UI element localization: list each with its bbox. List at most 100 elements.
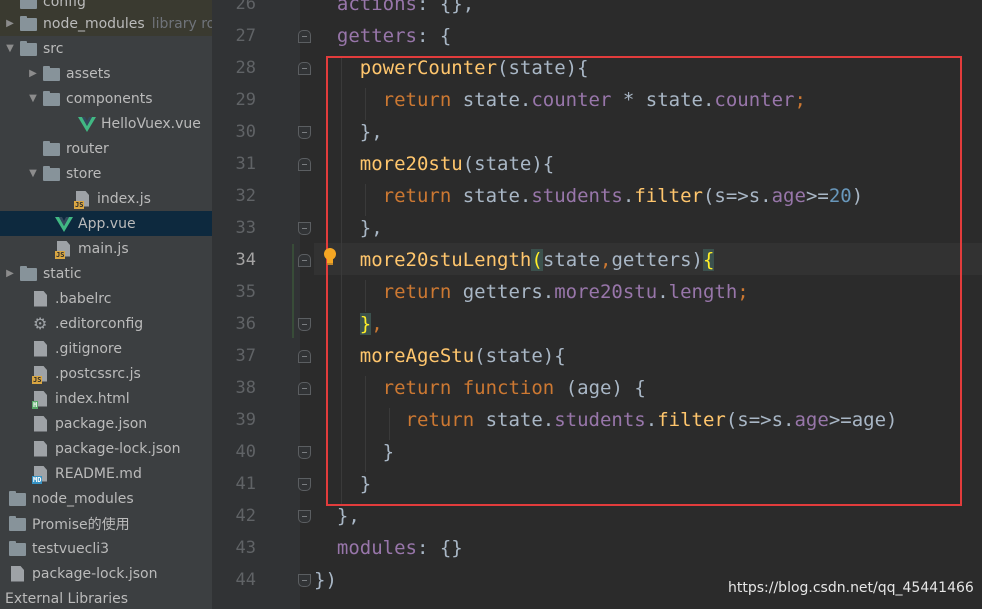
line-number[interactable]: 34 [224, 244, 256, 276]
tree-item-static[interactable]: ▶ static [0, 261, 212, 286]
tree-item-hellovuex[interactable]: HelloVuex.vue [0, 111, 212, 136]
tree-item-label: .babelrc [55, 290, 112, 307]
code-line[interactable]: modules: {} [314, 532, 463, 564]
line-number[interactable]: 37 [224, 340, 256, 372]
tree-item-label: HelloVuex.vue [101, 115, 201, 132]
fold-marker-icon[interactable] [298, 30, 311, 43]
fold-marker-icon[interactable] [298, 446, 311, 459]
fold-marker-icon[interactable] [298, 222, 311, 235]
tree-item-router[interactable]: router [0, 136, 212, 161]
tree-item-node-modules-root[interactable]: node_modules [0, 486, 212, 511]
tree-item-package-lock-root[interactable]: package-lock.json [0, 561, 212, 586]
code-token: }) [314, 569, 337, 591]
tree-item-postcssrc[interactable]: JS .postcssrc.js [0, 361, 212, 386]
tree-item-app-vue[interactable]: App.vue [0, 211, 212, 236]
tree-item-store[interactable]: ▼ store [0, 161, 212, 186]
code-token: : {} [416, 537, 463, 559]
tree-item-node-modules[interactable]: ▶ node_modules library root [0, 11, 212, 36]
folder-icon [9, 540, 27, 557]
tree-item-label: store [66, 165, 102, 182]
tree-item-label: package-lock.json [32, 565, 158, 582]
line-number[interactable]: 42 [224, 500, 256, 532]
js-file-icon: JS [32, 365, 50, 384]
tree-item-promise[interactable]: Promise的使用 [0, 511, 212, 536]
line-number[interactable]: 38 [224, 372, 256, 404]
tree-item-assets[interactable]: ▶ assets [0, 61, 212, 86]
line-number[interactable]: 33 [224, 212, 256, 244]
tree-item-external-libraries[interactable]: External Libraries [0, 586, 212, 609]
line-number[interactable]: 43 [224, 532, 256, 564]
line-number[interactable]: 32 [224, 180, 256, 212]
line-number[interactable]: 29 [224, 84, 256, 116]
config-file-icon [32, 290, 50, 307]
fold-marker-icon[interactable] [298, 62, 311, 75]
line-number[interactable]: 31 [224, 148, 256, 180]
file-icon [32, 340, 50, 357]
line-number[interactable]: 36 [224, 308, 256, 340]
tree-item-label: Promise的使用 [32, 516, 130, 533]
html-file-icon: H [32, 390, 50, 409]
tree-item-gitignore[interactable]: .gitignore [0, 336, 212, 361]
folder-icon [9, 515, 27, 532]
tree-item-package-json[interactable]: package.json [0, 411, 212, 436]
tree-item-editorconfig[interactable]: ⚙ .editorconfig [0, 311, 212, 336]
tree-item-package-lock-json[interactable]: package-lock.json [0, 436, 212, 461]
fold-marker-icon[interactable] [298, 350, 311, 363]
tree-item-main-js[interactable]: JS main.js [0, 236, 212, 261]
vcs-change-marker[interactable] [292, 244, 294, 338]
tree-item-label: config [43, 0, 86, 10]
line-number[interactable]: 30 [224, 116, 256, 148]
tree-item-label: README.md [55, 465, 142, 482]
fold-marker-icon[interactable] [298, 478, 311, 491]
line-number[interactable]: 28 [224, 52, 256, 84]
fold-marker-icon[interactable] [298, 254, 311, 267]
folder-icon [20, 40, 38, 57]
collapse-arrow-icon[interactable]: ▼ [27, 168, 39, 179]
gear-icon: ⚙ [33, 313, 48, 333]
folder-icon [43, 65, 61, 82]
fold-marker-icon[interactable] [298, 318, 311, 331]
tree-item-components[interactable]: ▼ components [0, 86, 212, 111]
collapse-arrow-icon[interactable]: ▼ [27, 93, 39, 104]
code-token: : { [416, 25, 452, 47]
collapse-arrow-icon[interactable]: ▼ [4, 43, 16, 54]
tree-item-index-js[interactable]: JS index.js [0, 186, 212, 211]
fold-marker-icon[interactable] [298, 382, 311, 395]
tree-item-label: .postcssrc.js [55, 365, 141, 382]
line-number[interactable]: 44 [224, 564, 256, 596]
code-token: actions [314, 0, 417, 15]
tree-item-src[interactable]: ▼ src [0, 36, 212, 61]
line-number[interactable]: 40 [224, 436, 256, 468]
expand-arrow-icon[interactable]: ▶ [27, 68, 39, 79]
line-number[interactable]: 27 [224, 20, 256, 52]
tree-item-testvuecli3[interactable]: testvuecli3 [0, 536, 212, 561]
code-line[interactable]: }) [314, 564, 337, 596]
tree-item-label: components [66, 90, 153, 107]
line-number[interactable]: 26 [224, 0, 256, 20]
lightbulb-icon[interactable] [323, 247, 337, 267]
vue-file-icon [55, 216, 73, 232]
panel-divider[interactable] [212, 0, 224, 609]
tree-item-babelrc[interactable]: .babelrc [0, 286, 212, 311]
line-number[interactable]: 35 [224, 276, 256, 308]
line-number[interactable]: 39 [224, 404, 256, 436]
watermark-text: https://blog.csdn.net/qq_45441466 [728, 580, 974, 596]
tree-item-label: index.html [55, 390, 130, 407]
tree-item-readme[interactable]: MD README.md [0, 461, 212, 486]
project-tree-panel: config ▶ node_modules library root ▼ src… [0, 0, 212, 609]
tree-item-label: .gitignore [55, 340, 122, 357]
line-number[interactable]: 41 [224, 468, 256, 500]
highlight-annotation-box [326, 56, 962, 506]
tree-item-label: assets [66, 65, 111, 82]
fold-marker-icon[interactable] [298, 158, 311, 171]
fold-marker-icon[interactable] [298, 574, 311, 587]
fold-marker-icon[interactable] [298, 510, 311, 523]
code-line[interactable]: actions: {}, [314, 0, 474, 20]
expand-arrow-icon[interactable]: ▶ [4, 268, 16, 279]
library-root-hint: library root [151, 15, 212, 32]
fold-marker-icon[interactable] [298, 126, 311, 139]
tree-item-label: node_modules [32, 490, 134, 507]
code-line[interactable]: getters: { [314, 20, 451, 52]
expand-arrow-icon[interactable]: ▶ [4, 18, 16, 29]
tree-item-index-html[interactable]: H index.html [0, 386, 212, 411]
